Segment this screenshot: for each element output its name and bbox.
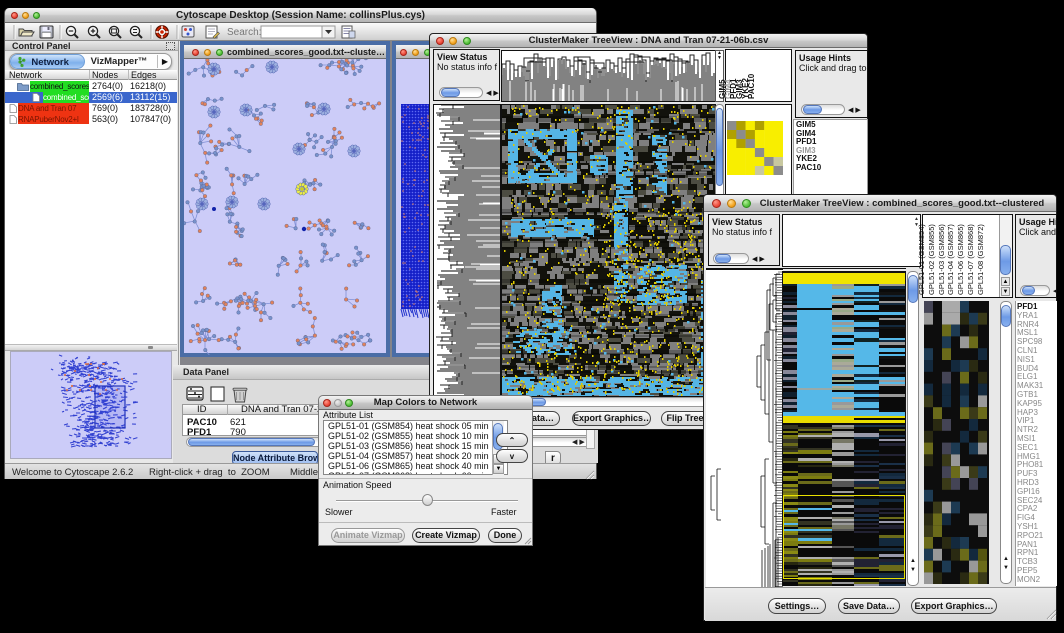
svg-text:Search:: Search: bbox=[227, 27, 261, 38]
